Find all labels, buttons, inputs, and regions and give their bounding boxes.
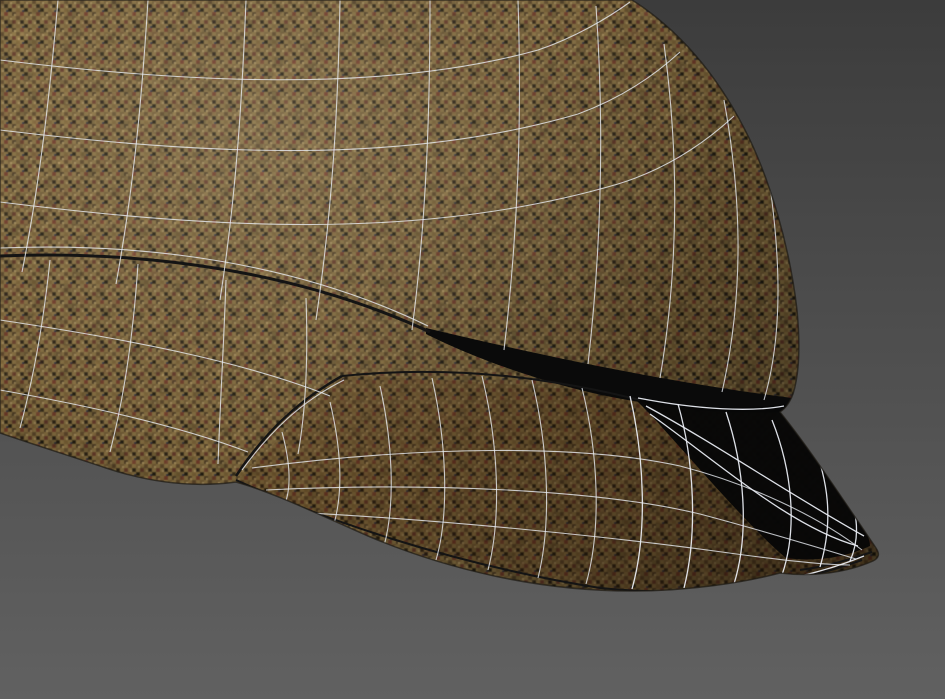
cap-model[interactable] (0, 0, 945, 699)
screenshot-root (0, 0, 945, 699)
viewport-canvas (0, 0, 945, 699)
3d-viewport[interactable] (0, 0, 945, 699)
